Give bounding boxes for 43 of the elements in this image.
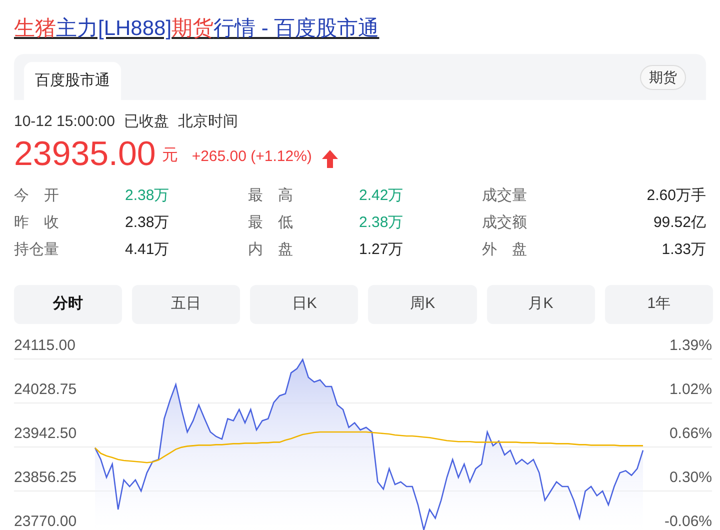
axis-label: 23942.50 xyxy=(14,425,77,442)
source-tab[interactable]: 百度股市通 xyxy=(24,62,121,100)
stat-value: 2.38万 xyxy=(125,186,170,206)
axis-label: 23856.25 xyxy=(14,469,77,486)
stat-label: 外 盘 xyxy=(482,240,528,260)
axis-label: 23770.00 xyxy=(14,513,77,530)
axis-label: 24115.00 xyxy=(14,337,76,354)
stat-label: 持仓量 xyxy=(14,240,60,260)
axis-label: -0.06% xyxy=(664,513,712,530)
stat-label: 最 高 xyxy=(248,186,294,206)
stat-value: 2.38万 xyxy=(125,213,170,233)
axis-label: 1.39% xyxy=(669,337,712,354)
stat-value: 2.42万 xyxy=(359,186,404,206)
category-badge: 期货 xyxy=(640,64,686,90)
axis-label: 24028.75 xyxy=(14,381,77,398)
stat-value: 2.60万手 xyxy=(646,186,706,206)
stat-label: 内 盘 xyxy=(248,240,294,260)
period-tab[interactable]: 1年 xyxy=(604,285,713,324)
stat-value: 2.38万 xyxy=(359,213,404,233)
market-status: 已收盘 xyxy=(124,112,169,132)
stat-label: 今 开 xyxy=(14,186,60,206)
stat-value: 1.27万 xyxy=(359,240,404,260)
axis-label: 1.02% xyxy=(669,381,712,398)
stat-label: 昨 收 xyxy=(14,213,60,233)
price-unit: 元 xyxy=(162,146,178,166)
period-tab[interactable]: 分时 xyxy=(14,285,122,324)
stat-label: 成交额 xyxy=(482,213,528,233)
axis-label: 0.30% xyxy=(669,469,712,486)
page-title-link[interactable]: 生猪主力[LH888]期货行情 - 百度股市通 xyxy=(14,17,380,40)
period-tab[interactable]: 周K xyxy=(368,285,477,324)
timezone-label: 北京时间 xyxy=(178,112,238,132)
axis-label: 0.66% xyxy=(669,425,712,442)
stat-value: 99.52亿 xyxy=(653,213,706,233)
period-tab[interactable]: 月K xyxy=(486,285,595,324)
stat-value: 4.41万 xyxy=(125,240,170,260)
stat-label: 成交量 xyxy=(482,186,528,206)
current-price: 23935.00 xyxy=(14,134,156,174)
quote-time: 10-12 15:00:00 xyxy=(14,112,115,132)
price-change: +265.00 (+1.12%) xyxy=(192,146,312,166)
period-tab[interactable]: 日K xyxy=(250,285,358,324)
period-tab[interactable]: 五日 xyxy=(132,285,240,324)
stat-label: 最 低 xyxy=(248,213,294,233)
stat-value: 1.33万 xyxy=(662,240,706,260)
